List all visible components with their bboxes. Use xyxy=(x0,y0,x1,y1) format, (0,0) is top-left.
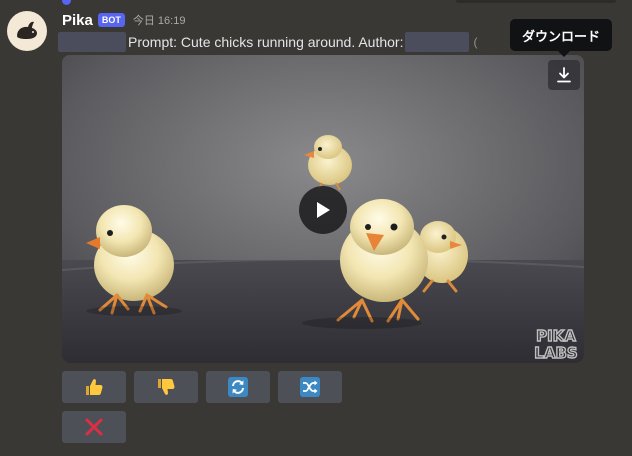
trailing-text: ( xyxy=(473,35,478,49)
bot-badge: BOT xyxy=(97,13,125,27)
repeat-icon xyxy=(228,377,248,397)
pika-labs-watermark: PIKA LABS xyxy=(532,325,580,361)
repeat-button[interactable] xyxy=(206,371,270,403)
redacted-mention xyxy=(58,32,126,52)
prompt-line: Prompt: Cute chicks running around. Auth… xyxy=(58,31,477,53)
message-header: Pika BOT 今日 16:19 xyxy=(62,10,185,30)
thumbs-down-icon xyxy=(158,379,175,395)
tooltip-arrow xyxy=(558,51,570,57)
play-icon xyxy=(317,202,330,218)
thumbs-down-button[interactable] xyxy=(134,371,198,403)
shuffle-button[interactable] xyxy=(278,371,342,403)
thumbs-up-button[interactable] xyxy=(62,371,126,403)
reply-context[interactable] xyxy=(0,0,632,6)
video-player[interactable]: PIKA LABS xyxy=(62,55,584,363)
watermark-line2: LABS xyxy=(534,344,577,361)
download-button[interactable] xyxy=(548,60,580,90)
reply-avatar xyxy=(62,0,71,5)
thumbs-up-icon xyxy=(86,379,103,395)
avatar[interactable] xyxy=(7,11,47,51)
download-tooltip: ダウンロード xyxy=(510,19,613,51)
play-button[interactable] xyxy=(299,186,347,234)
delete-button[interactable] xyxy=(62,411,126,443)
rabbit-icon xyxy=(17,21,37,39)
username[interactable]: Pika xyxy=(62,12,93,29)
watermark-line1: PIKA xyxy=(536,327,576,345)
jump-chip[interactable] xyxy=(456,0,616,3)
redacted-author xyxy=(405,32,470,52)
shuffle-icon xyxy=(300,377,320,397)
download-icon xyxy=(557,67,571,83)
prompt-text: Prompt: Cute chicks running around. Auth… xyxy=(128,34,404,50)
x-icon xyxy=(85,418,103,436)
timestamp[interactable]: 今日 16:19 xyxy=(133,12,186,28)
